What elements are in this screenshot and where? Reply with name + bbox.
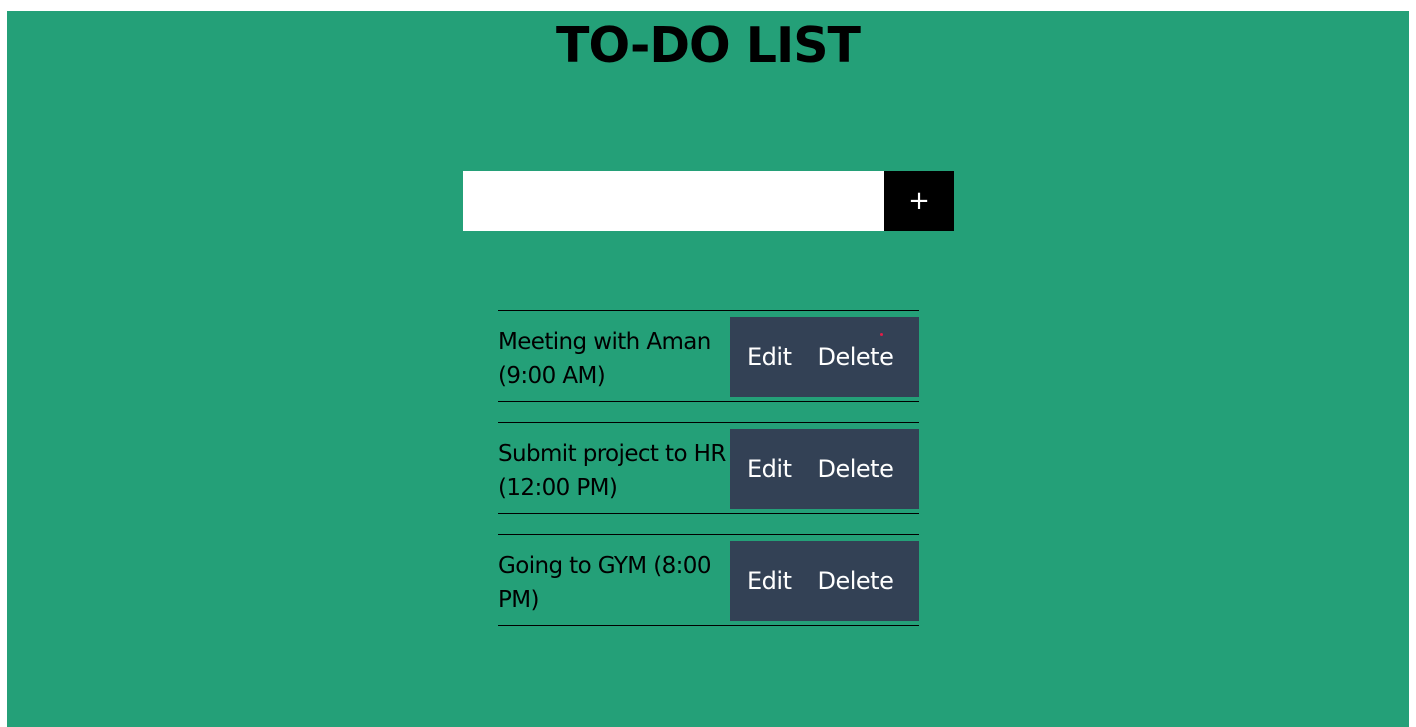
edit-button[interactable]: Edit bbox=[747, 343, 792, 371]
task-actions: Edit Delete bbox=[730, 429, 919, 509]
edit-button[interactable]: Edit bbox=[747, 455, 792, 483]
task-item: Going to GYM (8:00 PM) Edit Delete bbox=[498, 534, 919, 626]
task-input-row: + bbox=[463, 171, 954, 231]
delete-button[interactable]: Delete bbox=[817, 567, 893, 595]
delete-button[interactable]: Delete bbox=[817, 343, 893, 371]
edit-button[interactable]: Edit bbox=[747, 567, 792, 595]
task-list: Meeting with Aman (9:00 AM) Edit Delete … bbox=[498, 310, 919, 646]
add-task-button[interactable]: + bbox=[884, 171, 954, 231]
task-text: Meeting with Aman (9:00 AM) bbox=[498, 329, 711, 389]
task-actions: Edit Delete bbox=[730, 317, 919, 397]
app-container: TO-DO LIST + Meeting with Aman (9:00 AM)… bbox=[7, 11, 1409, 727]
page-title: TO-DO LIST bbox=[556, 17, 861, 74]
task-item: Submit project to HR (12:00 PM) Edit Del… bbox=[498, 422, 919, 514]
task-text: Submit project to HR (12:00 PM) bbox=[498, 441, 726, 501]
task-actions: Edit Delete bbox=[730, 541, 919, 621]
delete-button[interactable]: Delete bbox=[817, 455, 893, 483]
task-input[interactable] bbox=[463, 171, 884, 231]
task-item: Meeting with Aman (9:00 AM) Edit Delete bbox=[498, 310, 919, 402]
cursor-dot bbox=[880, 333, 883, 336]
task-text: Going to GYM (8:00 PM) bbox=[498, 553, 711, 613]
